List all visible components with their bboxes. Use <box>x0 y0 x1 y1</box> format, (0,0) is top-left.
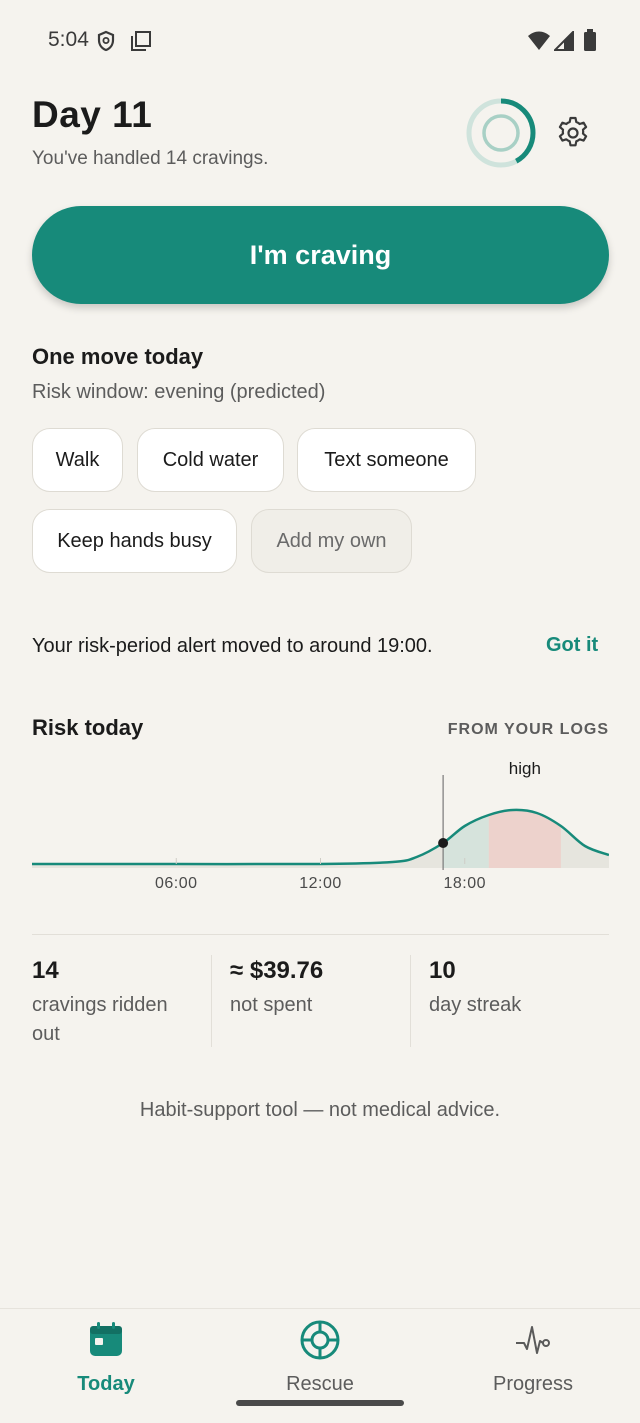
lifebuoy-icon <box>300 1320 340 1360</box>
stat-separator <box>211 955 212 1047</box>
stat-label: not spent <box>230 994 313 1016</box>
stat-value: ≈ $39.76 <box>230 957 324 984</box>
x-tick-label: 12:00 <box>299 875 342 892</box>
nav-rescue[interactable]: Rescue <box>230 1319 410 1399</box>
nav-label: Rescue <box>286 1373 354 1395</box>
risk-area-recent <box>443 815 489 868</box>
stat-money: ≈ $39.76 not spent <box>230 955 400 1047</box>
im-craving-button[interactable]: I'm craving <box>32 206 609 304</box>
one-move-heading: One move today <box>32 344 204 369</box>
chip-walk[interactable]: Walk <box>32 428 123 492</box>
signal-icon <box>554 31 574 51</box>
page-title: Day 11 <box>32 94 153 135</box>
stat-label: day streak <box>429 994 522 1016</box>
risk-chart: 06:00 12:00 18:00 high <box>32 759 609 892</box>
screen-icon <box>131 31 151 51</box>
stat-value: 14 <box>32 957 59 984</box>
status-time: 5:04 <box>48 28 89 51</box>
nav-today[interactable]: Today <box>16 1319 196 1399</box>
x-tick-label: 06:00 <box>155 875 198 892</box>
home-indicator[interactable] <box>236 1400 404 1406</box>
x-tick-label: 18:00 <box>443 875 486 892</box>
risk-source-label: FROM YOUR LOGS <box>447 721 609 738</box>
pulse-icon <box>516 1326 550 1354</box>
risk-heading: Risk today <box>32 715 144 740</box>
stat-separator <box>410 955 411 1047</box>
chip-cold-water[interactable]: Cold water <box>137 428 284 492</box>
risk-window-text: Risk window: evening (predicted) <box>32 381 326 403</box>
cravings-handled-subtitle: You've handled 14 cravings. <box>32 148 269 169</box>
shield-icon <box>97 30 115 52</box>
status-bar: 5:04 <box>0 0 640 80</box>
now-marker-dot <box>438 838 449 848</box>
stat-streak: 10 day streak <box>429 955 599 1047</box>
calendar-icon <box>90 1322 122 1356</box>
header: Day 11 You've handled 14 cravings. <box>32 94 612 184</box>
stat-cravings: 14 cravings ridden out <box>32 955 197 1047</box>
alert-message: Your risk-period alert moved to around 1… <box>32 635 433 657</box>
chip-text-someone[interactable]: Text someone <box>297 428 476 492</box>
high-risk-label: high <box>509 759 541 778</box>
nav-label: Progress <box>492 1373 574 1395</box>
disclaimer: Habit-support tool — not medical advice. <box>139 1099 501 1121</box>
divider <box>32 934 609 935</box>
progress-ring <box>466 98 536 168</box>
add-my-own-chip[interactable]: Add my own <box>251 509 412 573</box>
stat-label: cravings ridden out <box>32 994 168 1045</box>
nav-label: Today <box>77 1373 135 1395</box>
gear-icon[interactable] <box>555 115 591 151</box>
nav-progress[interactable]: Progress <box>443 1319 623 1399</box>
battery-icon <box>584 29 596 51</box>
chip-keep-hands-busy[interactable]: Keep hands busy <box>32 509 237 573</box>
got-it-button[interactable]: Got it <box>546 634 598 657</box>
stat-value: 10 <box>429 957 456 984</box>
wifi-icon <box>528 31 550 50</box>
